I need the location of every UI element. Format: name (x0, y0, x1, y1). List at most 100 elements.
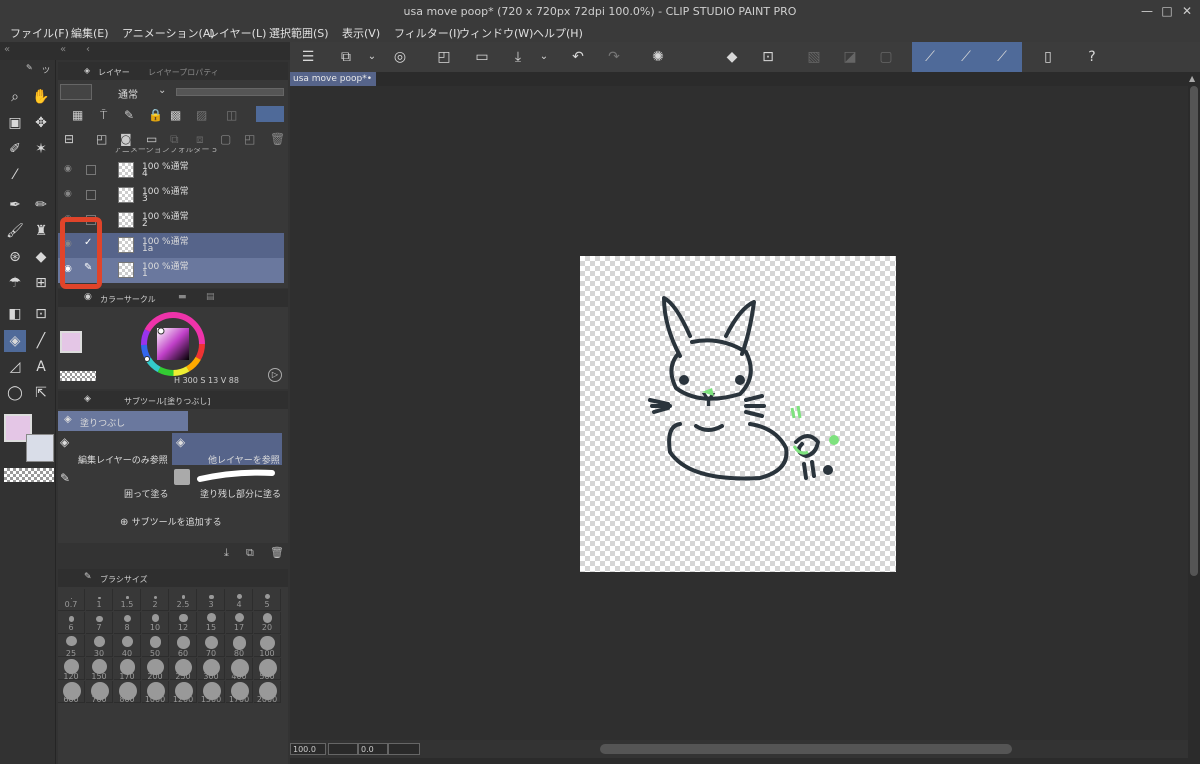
new-vector-icon[interactable]: ◙ (120, 132, 132, 146)
brush-size-cell[interactable]: 30 (86, 635, 113, 658)
brush-size-cell[interactable]: 70 (198, 635, 225, 658)
menu-window[interactable]: ウィンドウ(W) (459, 25, 533, 41)
layer-row[interactable]: ◉ 100 %通常 3 (58, 183, 284, 208)
tab-layer[interactable]: レイヤー (98, 67, 130, 78)
text-icon[interactable]: A (30, 356, 52, 378)
brush-size-cell[interactable]: 25 (58, 635, 85, 658)
blend-icon[interactable]: ☂ (4, 272, 26, 294)
layer-property-icon[interactable]: ⊟ (64, 132, 74, 146)
brush-size-cell[interactable]: 800 (114, 681, 141, 704)
canvas-paper[interactable]: Y (580, 256, 896, 572)
menu-file[interactable]: ファイル(F) (10, 25, 69, 41)
device-icon[interactable]: ▯ (1038, 48, 1058, 66)
canvas-area[interactable]: Y (290, 86, 1188, 740)
blend-mode-select[interactable]: 通常 (118, 86, 138, 101)
brush-size-cell[interactable]: 4 (226, 589, 253, 611)
brush-size-cell[interactable]: 1000 (142, 681, 169, 704)
eye-icon[interactable]: ◉ (64, 164, 72, 174)
tab-color-circle[interactable]: カラーサークル (100, 294, 156, 305)
brush-size-cell[interactable]: 20 (254, 612, 281, 634)
brush-size-cell[interactable]: 3 (198, 589, 225, 611)
brush-size-cell[interactable]: 0.7 (58, 589, 85, 611)
magic-wand-icon[interactable]: ✶ (30, 138, 52, 160)
tab-brush-size[interactable]: ブラシサイズ (100, 574, 148, 585)
animation-folder-row[interactable]: アニメーションフォルダー 5 (114, 148, 280, 156)
new-file-icon[interactable]: ◰ (434, 48, 454, 66)
layer-checkbox[interactable] (86, 165, 96, 175)
gradient-icon[interactable]: ◧ (4, 303, 26, 325)
sub-color-swatch[interactable] (26, 434, 54, 462)
menu-view[interactable]: 表示(V) (342, 25, 380, 41)
trash-icon[interactable]: 🗑 (270, 546, 284, 559)
brush-size-cell[interactable]: 2.5 (170, 589, 197, 611)
brush-size-cell[interactable]: 250 (170, 658, 197, 681)
subtool-edit-layer-only[interactable]: 編集レイヤーのみ参照 (78, 453, 168, 466)
subtool-fill-remaining[interactable]: 塗り残し部分に塗る (172, 467, 282, 500)
brush-size-cell[interactable]: 170 (114, 658, 141, 681)
menu-layer[interactable]: レイヤー(L) (208, 25, 266, 41)
brush-size-cell[interactable]: 7 (86, 612, 113, 634)
panel-main-color[interactable] (60, 331, 82, 353)
open-folder-icon[interactable]: ▭ (472, 48, 492, 66)
fill-selection-icon[interactable]: ◪ (840, 48, 860, 66)
layer-color-dropdown[interactable] (60, 84, 92, 100)
line-icon[interactable]: ╱ (30, 330, 52, 352)
brush-size-cell[interactable]: 500 (254, 658, 281, 681)
lock-transparent-icon[interactable]: ▩ (170, 108, 181, 122)
hand-icon[interactable]: ✋ (30, 86, 52, 108)
panel-transparent-color[interactable] (60, 371, 96, 381)
tab-subtool[interactable]: サブツール[塗りつぶし] (124, 396, 210, 407)
decoration-icon[interactable]: ⊛ (4, 246, 26, 268)
chevron-down-icon[interactable]: ⌄ (362, 48, 382, 66)
layer-color-button[interactable] (256, 106, 284, 122)
brush-size-cell[interactable]: 600 (58, 681, 85, 704)
stabilize-1-icon[interactable]: ⟋ (920, 48, 940, 66)
brush-size-cell[interactable]: 80 (226, 635, 253, 658)
horizontal-scroll-thumb[interactable] (600, 744, 1012, 754)
menu-help[interactable]: ヘルプ(H) (533, 25, 583, 41)
brush-size-cell[interactable]: 120 (58, 658, 85, 681)
lock-icon[interactable]: 🔒 (148, 108, 163, 122)
brush-size-cell[interactable]: 1200 (170, 681, 197, 704)
merge-icon[interactable]: ⧈ (196, 132, 204, 147)
reference-icon[interactable]: ⍑ (100, 108, 107, 123)
transparent-color-swatch[interactable] (4, 468, 54, 482)
fill-bucket-icon[interactable]: ◆ (722, 48, 742, 66)
download-icon[interactable]: ⤓ (224, 546, 229, 560)
chevron-down-icon[interactable]: ⌄ (158, 85, 166, 96)
subtool-enclose-fill[interactable]: 囲って塗る (124, 487, 169, 500)
menu-edit[interactable]: 編集(E) (71, 25, 109, 41)
brush-size-cell[interactable]: 50 (142, 635, 169, 658)
brush-size-grid[interactable]: 0.7 1 1.5 2 2.5 3 4 5 6 7 8 10 12 15 17 20 25 30 40 50 60 70 8… (58, 589, 284, 761)
airbrush-icon[interactable]: ♜ (30, 220, 52, 242)
brush-size-cell[interactable]: 300 (198, 658, 225, 681)
balloon-icon[interactable]: ◯ (4, 382, 26, 404)
draft-icon[interactable]: ✎ (124, 108, 134, 122)
brush-size-cell[interactable]: 17 (226, 612, 253, 634)
redo-icon[interactable]: ↷ (604, 48, 624, 66)
brush-size-cell[interactable]: 150 (86, 658, 113, 681)
opacity-slider[interactable] (176, 88, 284, 96)
save-icon[interactable]: ⤓ (508, 48, 528, 66)
maximize-button[interactable]: □ (1158, 2, 1176, 20)
menu-filter[interactable]: フィルター(I) (394, 25, 461, 41)
brush-size-cell[interactable]: 400 (226, 658, 253, 681)
tool-preset-icon[interactable]: ⧉ (336, 48, 356, 66)
undo-icon[interactable]: ↶ (568, 48, 588, 66)
brush-size-cell[interactable]: 1 (86, 589, 113, 611)
zoom-icon[interactable]: ⌕ (4, 86, 26, 108)
stabilize-2-icon[interactable]: ⟋ (956, 48, 976, 66)
zoom-slider[interactable] (328, 743, 358, 755)
transfer-down-icon[interactable]: ⧉ (170, 132, 179, 147)
transform-icon[interactable]: ⊡ (758, 48, 778, 66)
clip-studio-icon[interactable]: ◎ (390, 48, 410, 66)
eraser-icon[interactable]: ◆ (30, 246, 52, 268)
brush-size-cell[interactable]: 12 (170, 612, 197, 634)
correct-line-icon[interactable]: ⇱ (30, 382, 52, 404)
stabilize-3-icon[interactable]: ⟋ (992, 48, 1012, 66)
brush-size-cell[interactable]: 10 (142, 612, 169, 634)
move-icon[interactable]: ✥ (30, 112, 52, 134)
document-tab[interactable]: usa move poop* • (290, 72, 376, 86)
scroll-up-icon[interactable]: ▲ (1189, 74, 1195, 83)
add-subtool-button[interactable]: ⊕ サブツールを追加する (120, 515, 222, 528)
